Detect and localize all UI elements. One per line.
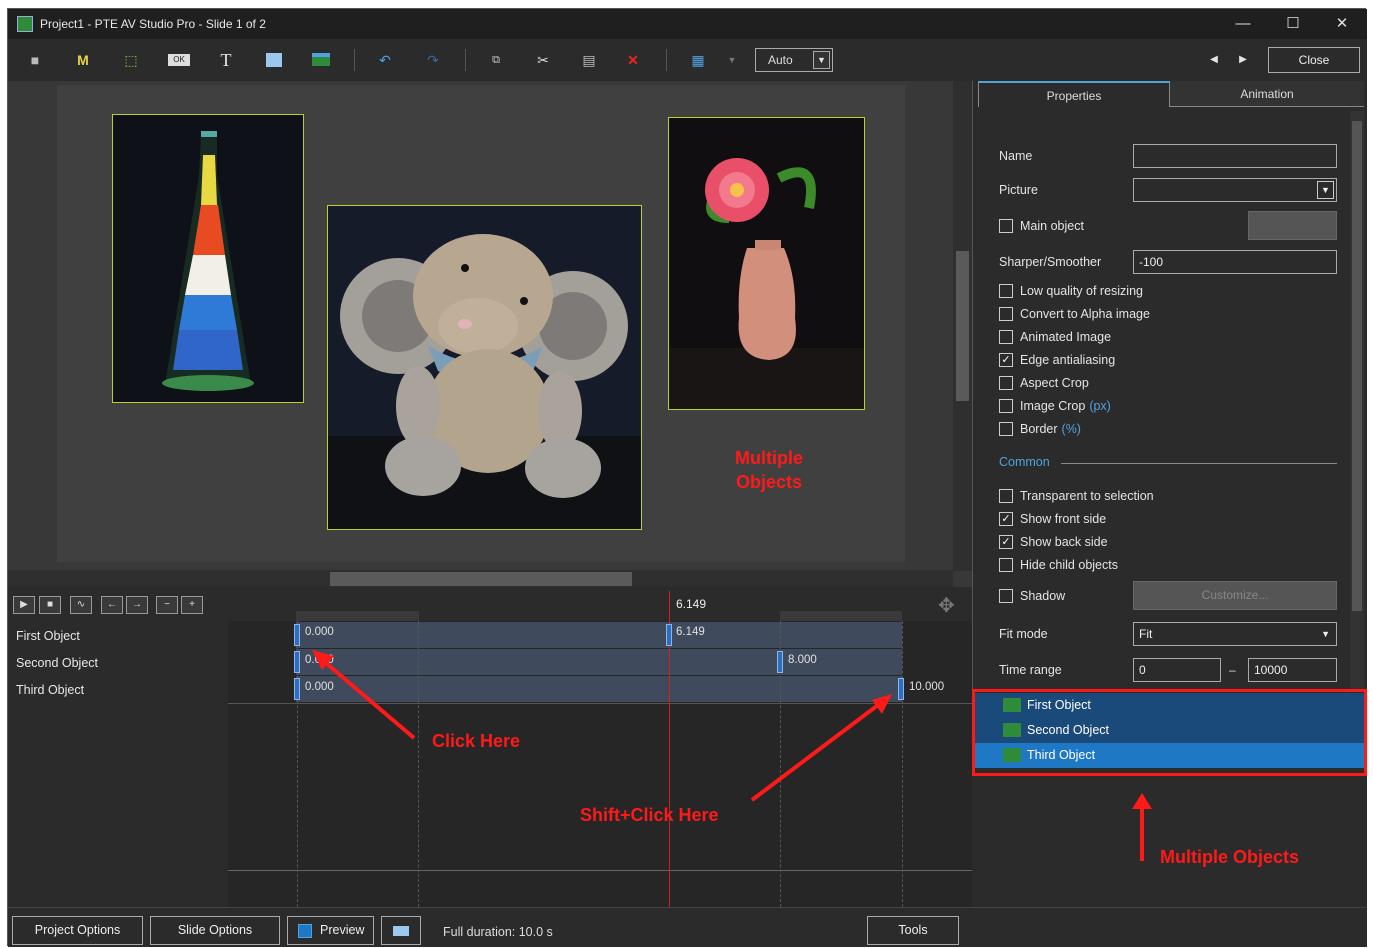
annotation-arrow-click xyxy=(318,656,416,740)
annotation-arrow-shift-click xyxy=(750,700,884,802)
annotation-arrowhead xyxy=(872,694,892,714)
annotation-arrows-overlay xyxy=(312,650,892,802)
